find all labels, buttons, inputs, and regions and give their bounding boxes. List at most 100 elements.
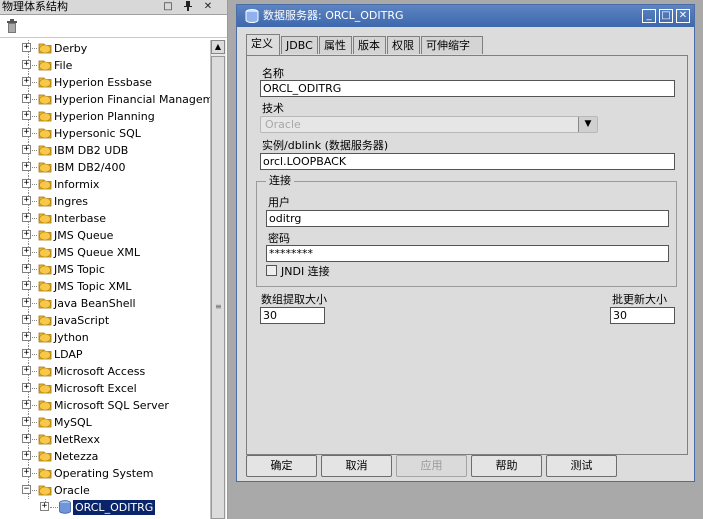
tab-flexfields[interactable]: 可伸缩字段 [421, 36, 483, 70]
scroll-grip-icon: ≡ [215, 302, 222, 311]
tree-item[interactable]: + JavaScript [0, 312, 210, 329]
apply-button[interactable]: 应用 [396, 455, 467, 477]
tree-item[interactable]: + IBM DB2 UDB [0, 142, 210, 159]
expand-icon[interactable]: + [22, 332, 31, 341]
jndi-checkbox[interactable] [266, 265, 277, 276]
expand-icon[interactable]: + [22, 60, 31, 69]
help-button[interactable]: 帮助 [471, 455, 542, 477]
close-icon[interactable]: ✕ [202, 0, 214, 14]
expand-icon[interactable]: + [22, 94, 31, 103]
expand-icon[interactable]: + [22, 43, 31, 52]
tree-item[interactable]: + Microsoft SQL Server [0, 397, 210, 414]
tree-item[interactable]: + Derby [0, 40, 210, 57]
scroll-up-arrow-icon[interactable]: ▲ [211, 40, 225, 54]
minimize-icon[interactable]: _ [642, 9, 656, 23]
expand-icon[interactable]: + [22, 77, 31, 86]
expand-icon[interactable]: + [22, 366, 31, 375]
name-field[interactable]: ORCL_ODITRG [260, 80, 675, 97]
tree-item[interactable]: + LDAP [0, 346, 210, 363]
tab-definition[interactable]: 定义 [246, 34, 280, 55]
ok-button[interactable]: 确定 [246, 455, 317, 477]
tree-item[interactable]: + Netezza [0, 448, 210, 465]
tree-item[interactable]: + NetRexx [0, 431, 210, 448]
tree-item-label: LDAP [54, 348, 83, 361]
collapse-icon[interactable]: − [22, 485, 31, 494]
expand-icon[interactable]: + [22, 162, 31, 171]
batch-update-field[interactable]: 30 [610, 307, 675, 324]
tree-item[interactable]: + Operating System [0, 465, 210, 482]
tree-item[interactable]: + Ingres [0, 193, 210, 210]
user-field[interactable]: oditrg [266, 210, 669, 227]
dialog-titlebar[interactable]: 数据服务器: ORCL_ODITRG _ □ ✕ [237, 5, 694, 27]
tree-item-label: Operating System [54, 467, 154, 480]
tree-item[interactable]: + Hyperion Financial Management [0, 91, 210, 108]
test-button[interactable]: 测试 [546, 455, 617, 477]
expand-icon[interactable]: + [22, 400, 31, 409]
tree-item[interactable]: + Informix [0, 176, 210, 193]
expand-icon[interactable]: + [40, 502, 49, 511]
expand-icon[interactable]: + [22, 111, 31, 120]
expand-icon[interactable]: + [22, 383, 31, 392]
cancel-button[interactable]: 取消 [321, 455, 392, 477]
expand-icon[interactable]: + [22, 451, 31, 460]
tree-item[interactable]: + Jython [0, 329, 210, 346]
tree-item-label: Oracle [54, 484, 90, 497]
tree-item[interactable]: + Microsoft Access [0, 363, 210, 380]
password-field[interactable]: ******** [266, 245, 669, 262]
expand-icon[interactable]: + [22, 417, 31, 426]
tree-item[interactable]: + File [0, 57, 210, 74]
tab-version[interactable]: 版本 [353, 36, 386, 54]
tree-item-label: Netezza [54, 450, 99, 463]
tree-item[interactable]: + JMS Queue [0, 227, 210, 244]
expand-icon[interactable]: + [22, 281, 31, 290]
expand-icon[interactable]: + [22, 247, 31, 256]
tree-item-selected[interactable]: + ORCL_ODITRG [0, 499, 210, 516]
array-fetch-field[interactable]: 30 [260, 307, 325, 324]
expand-icon[interactable]: + [22, 230, 31, 239]
expand-icon[interactable]: + [22, 196, 31, 205]
maximize-icon[interactable]: □ [659, 9, 673, 23]
instance-field[interactable]: orcl.LOOPBACK [260, 153, 675, 170]
pin-icon[interactable] [182, 0, 194, 14]
tab-privileges[interactable]: 权限 [387, 36, 420, 54]
panel-toolbar [0, 15, 227, 38]
tree-item[interactable]: + JMS Topic XML [0, 278, 210, 295]
tree-item[interactable]: + Hypersonic SQL [0, 125, 210, 142]
tab-properties[interactable]: 属性 [319, 36, 352, 54]
expand-icon[interactable]: + [22, 349, 31, 358]
expand-icon[interactable]: + [22, 213, 31, 222]
tree-item-label: Interbase [54, 212, 107, 225]
tab-jdbc[interactable]: JDBC [281, 36, 318, 54]
name-label: 名称 [262, 67, 284, 80]
expand-icon[interactable]: + [22, 434, 31, 443]
tree-item-label: JMS Topic XML [54, 280, 132, 293]
expand-icon[interactable]: + [22, 315, 31, 324]
expand-icon[interactable]: + [22, 468, 31, 477]
tree-scrollbar[interactable]: ▲ ≡ [210, 40, 226, 519]
expand-icon[interactable]: + [22, 264, 31, 273]
tree-item[interactable]: + Hyperion Essbase [0, 74, 210, 91]
expand-icon[interactable]: + [22, 179, 31, 188]
folder-icon [38, 211, 52, 225]
tree-item-label: JavaScript [54, 314, 110, 327]
expand-icon[interactable]: + [22, 298, 31, 307]
technology-select[interactable]: Oracle ▼ [260, 116, 598, 133]
tree-item-label: JMS Queue XML [54, 246, 141, 259]
tree-item[interactable]: + Hyperion Planning [0, 108, 210, 125]
tree-item[interactable]: + IBM DB2/400 [0, 159, 210, 176]
folder-icon [38, 381, 52, 395]
tree-item[interactable]: + Microsoft Excel [0, 380, 210, 397]
scroll-thumb[interactable]: ≡ [211, 56, 225, 519]
tree-item[interactable]: + JMS Topic [0, 261, 210, 278]
expand-icon[interactable]: + [22, 128, 31, 137]
tree-item[interactable]: − Oracle [0, 482, 210, 499]
chevron-down-icon[interactable]: ▼ [578, 117, 597, 132]
tree-item[interactable]: + MySQL [0, 414, 210, 431]
tree-item[interactable]: + Java BeanShell [0, 295, 210, 312]
restore-icon[interactable]: □ [162, 0, 174, 14]
trash-icon[interactable] [6, 19, 18, 33]
tree-item[interactable]: + Interbase [0, 210, 210, 227]
close-icon[interactable]: ✕ [676, 9, 690, 23]
tree-item[interactable]: + JMS Queue XML [0, 244, 210, 261]
expand-icon[interactable]: + [22, 145, 31, 154]
